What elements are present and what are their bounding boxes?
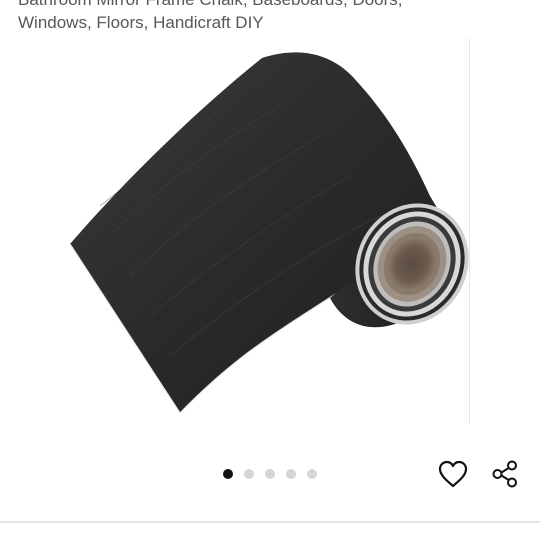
section-divider xyxy=(0,521,540,523)
page-dot-2[interactable] xyxy=(244,469,254,479)
share-button[interactable] xyxy=(489,458,521,490)
product-title: Bathroom Mirror Frame Chalk, Baseboards,… xyxy=(18,0,518,34)
next-image-edge xyxy=(469,38,470,424)
product-title-line-1: Bathroom Mirror Frame Chalk, Baseboards,… xyxy=(18,0,518,11)
product-image-gallery[interactable] xyxy=(0,36,540,436)
product-image[interactable] xyxy=(0,36,470,436)
page-dot-3[interactable] xyxy=(265,469,275,479)
page-dot-5[interactable] xyxy=(307,469,317,479)
image-pagination-dots[interactable] xyxy=(223,469,317,479)
heart-icon xyxy=(438,460,468,488)
page-dot-4[interactable] xyxy=(286,469,296,479)
favorite-button[interactable] xyxy=(437,458,469,490)
page-dot-1[interactable] xyxy=(223,469,233,479)
product-title-line-2: Windows, Floors, Handicraft DIY xyxy=(18,13,264,32)
share-icon xyxy=(492,460,517,488)
